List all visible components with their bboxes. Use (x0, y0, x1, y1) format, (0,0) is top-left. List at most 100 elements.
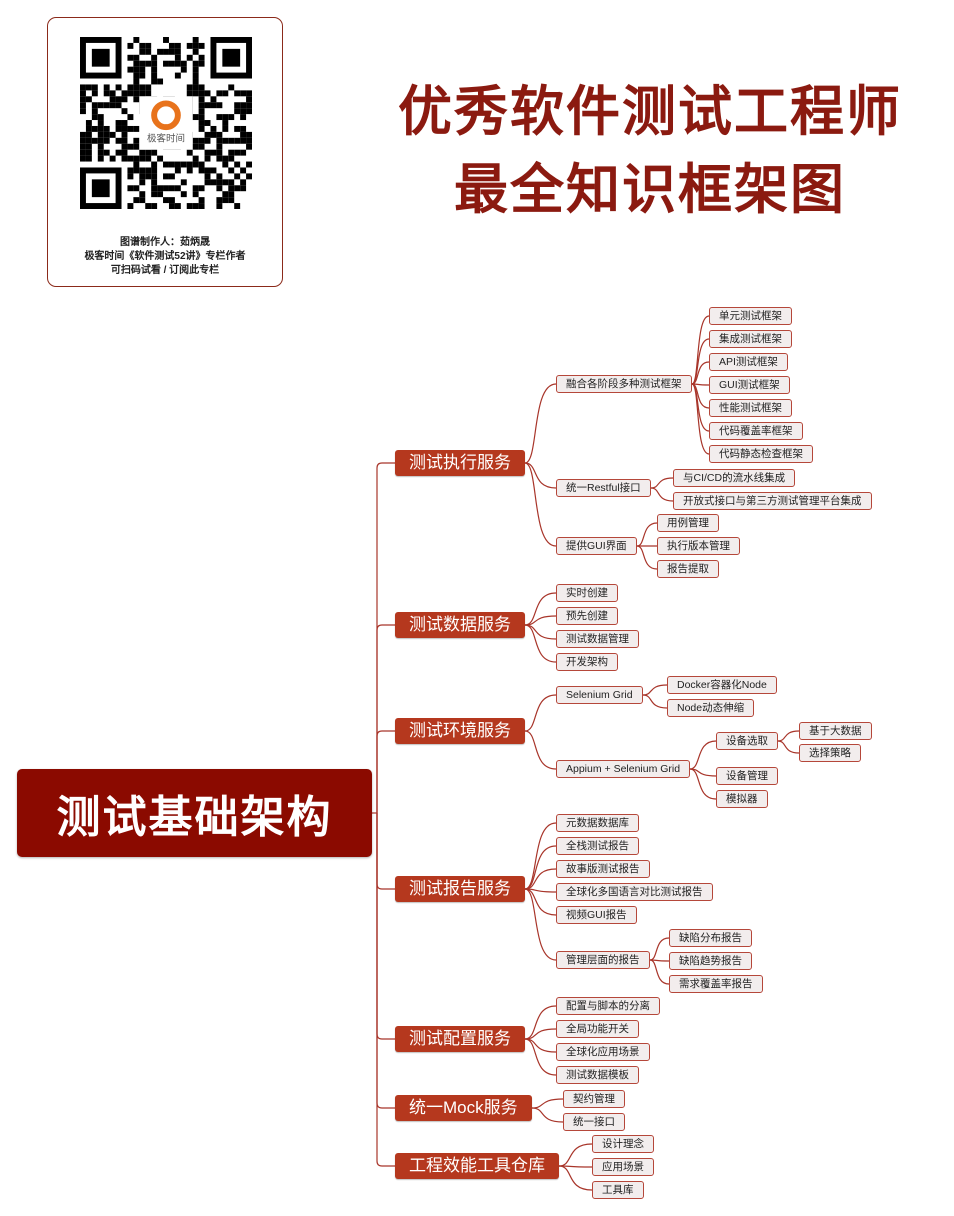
leaf: 工具库 (592, 1181, 644, 1199)
root-node: 测试基础架构 (17, 769, 372, 857)
leaf: 与CI/CD的流水线集成 (673, 469, 796, 487)
qr-module (216, 143, 223, 150)
qr-module (151, 78, 158, 85)
qr-module (174, 48, 181, 55)
qr-module (222, 90, 229, 97)
qr-module (168, 203, 175, 209)
qr-module (210, 179, 217, 186)
connector-line (636, 545, 658, 570)
qr-module (139, 72, 146, 79)
qr-module (240, 167, 247, 174)
node: Selenium Grid (556, 686, 643, 704)
qr-module (85, 131, 92, 138)
qr-module (127, 90, 134, 97)
leaf: 性能测试框架 (709, 399, 792, 417)
qr-module (85, 155, 92, 162)
qr-module (109, 131, 116, 138)
qr-module (216, 137, 223, 144)
connector-line (649, 959, 670, 985)
qr-module (133, 161, 140, 168)
qr-module (204, 102, 211, 109)
qr-module (80, 108, 86, 115)
qr-module (127, 143, 134, 150)
qr-module (234, 137, 241, 144)
qr-module (139, 42, 146, 49)
qr-module (85, 143, 92, 150)
qr-module (198, 203, 205, 209)
connector-line (524, 1028, 557, 1040)
qr-module (80, 90, 86, 97)
qr-module (222, 120, 229, 126)
qr-module (168, 48, 175, 55)
connector-line (524, 730, 557, 770)
qr-module (80, 143, 86, 150)
qr-module (85, 84, 92, 91)
connector-line (524, 822, 557, 890)
qr-module (163, 173, 169, 180)
qr-module (121, 149, 128, 156)
connector-line (524, 1038, 557, 1053)
qr-module (97, 120, 104, 126)
trunk-line (376, 730, 395, 813)
branch-mock: 统一Mock服务 (395, 1095, 532, 1121)
subscribe-line: 可扫码试看 / 订阅此专栏 (110, 265, 220, 276)
qr-module (192, 60, 199, 67)
connector-line (691, 383, 710, 409)
qr-module (216, 90, 223, 97)
qr-module (80, 102, 86, 109)
qr-module (103, 131, 110, 138)
qr-module (228, 197, 235, 204)
leaf: 需求覆盖率报告 (669, 975, 763, 993)
qr-module (246, 90, 252, 97)
connector-line (689, 768, 717, 777)
leaf: 设计理念 (592, 1135, 654, 1153)
connector-line (524, 694, 557, 732)
connector-line (524, 615, 557, 626)
qr-module (222, 191, 229, 198)
qr-module (216, 179, 223, 186)
leaf: 测试数据模板 (556, 1066, 639, 1084)
qr-module (204, 167, 211, 174)
qr-module (198, 102, 205, 109)
qr-module (210, 167, 217, 174)
qr-module (163, 161, 169, 168)
leaf: 设备管理 (716, 767, 778, 785)
qr-module (198, 120, 205, 126)
leaf: 实时创建 (556, 584, 618, 602)
connector-line (650, 477, 674, 489)
leaf: 集成测试框架 (709, 330, 792, 348)
qr-module (127, 185, 134, 192)
qr-module (186, 54, 193, 61)
qr-module (145, 60, 152, 67)
qr-module (127, 66, 134, 73)
qr-module (80, 155, 86, 162)
trunk-line (376, 624, 395, 813)
leaf: 缺陷分布报告 (669, 929, 752, 947)
qr-module (103, 102, 110, 109)
connector-line (649, 937, 670, 961)
qr-module (133, 96, 140, 103)
qr-module (97, 102, 104, 109)
qr-module (180, 191, 187, 198)
qr-module (216, 173, 223, 180)
connector-line (636, 522, 658, 547)
node: 设备选取 (716, 732, 778, 750)
qr-module (151, 191, 158, 198)
leaf: 应用场景 (592, 1158, 654, 1176)
qr-module (139, 179, 146, 186)
qr-module (103, 90, 110, 97)
connector-line (524, 888, 557, 916)
connector-line (558, 1165, 593, 1191)
connector-line (650, 487, 674, 502)
logo-text: 极客时间 (147, 132, 185, 144)
qr-module (186, 42, 193, 49)
qr-module (145, 90, 152, 97)
qr-module (91, 108, 98, 115)
qr-module (133, 185, 140, 192)
qr-module (133, 137, 140, 144)
qr-module (198, 90, 205, 97)
qr-module (97, 131, 104, 138)
leaf: 全局功能开关 (556, 1020, 639, 1038)
trunk-line (376, 813, 395, 1109)
connector-line (524, 592, 557, 626)
